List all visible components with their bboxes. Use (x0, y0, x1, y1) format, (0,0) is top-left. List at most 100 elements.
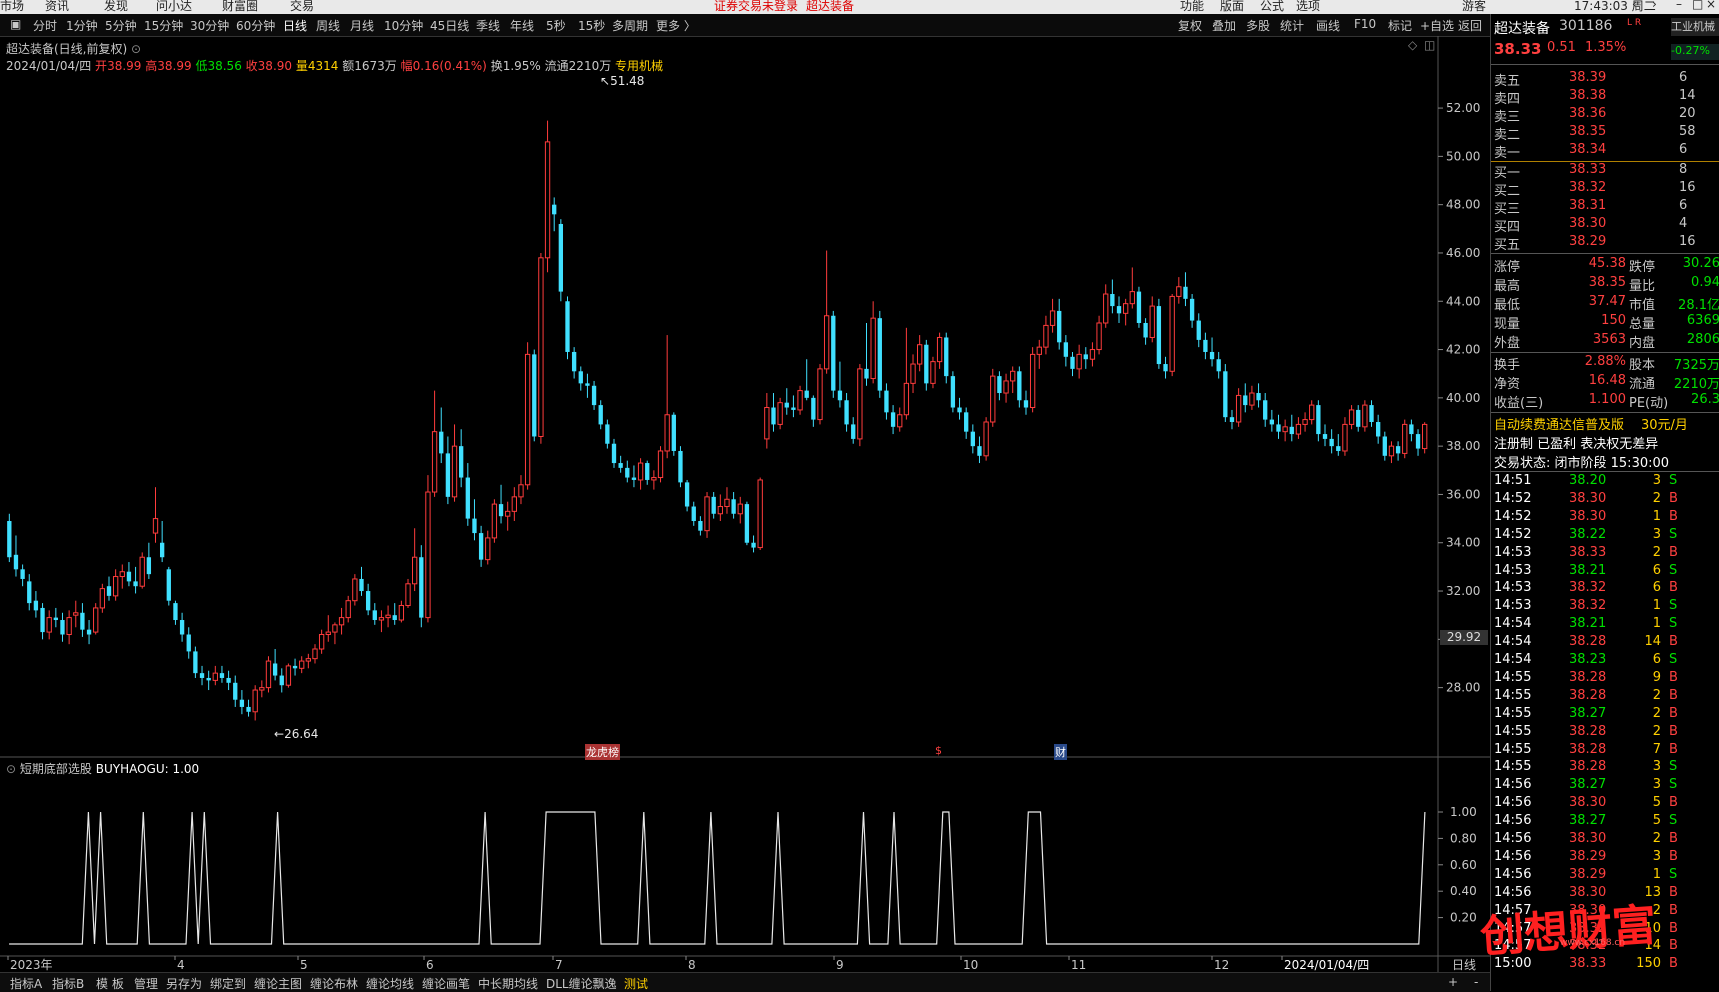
asks-row[interactable]: 卖二 38.35 58 (1491, 124, 1719, 143)
candle-body (823, 315, 830, 370)
menu-wealth[interactable]: 财富圈 (222, 0, 258, 14)
bottom-tab-1[interactable]: 指标B (52, 975, 84, 992)
tick-row: 14:54 38.28 14 B (1491, 634, 1719, 651)
price-tick-label: 32.00 (1446, 584, 1480, 598)
promo-banner[interactable]: 自动续费通达信普及版 30元/月 (1491, 414, 1719, 433)
candle-body (285, 665, 292, 686)
asks-row[interactable]: 卖五 38.39 6 (1491, 70, 1719, 89)
indicator-name[interactable]: 短期底部选股 (20, 762, 92, 776)
candle-body (99, 588, 106, 609)
tool-multi[interactable]: 多股 (1246, 17, 1270, 34)
tab-period-14[interactable]: 15秒 (578, 17, 605, 34)
industry-change: -0.27% (1671, 44, 1719, 60)
tab-period-9[interactable]: 10分钟 (384, 17, 423, 34)
asks-label: 卖三 (1494, 110, 1521, 125)
bottom-tab-7[interactable]: 缠论布林 (310, 975, 358, 992)
asks-row[interactable]: 卖三 38.36 20 (1491, 106, 1719, 125)
tool-mark[interactable]: 标记 (1388, 17, 1412, 34)
bids-row[interactable]: 买五 38.29 16 (1491, 234, 1719, 253)
bottom-tab-8[interactable]: 缠论均线 (366, 975, 414, 992)
tool-f10[interactable]: F10 (1354, 17, 1376, 31)
tab-period-1[interactable]: 1分钟 (66, 17, 98, 34)
forward-arrow-icon[interactable]: › (1652, 0, 1657, 11)
asks-row[interactable]: 卖四 38.38 14 (1491, 88, 1719, 107)
tool-add-watch[interactable]: +自选 (1420, 17, 1454, 34)
tool-stats[interactable]: 统计 (1280, 17, 1304, 34)
bids-row[interactable]: 买四 38.30 4 (1491, 216, 1719, 235)
tab-period-more[interactable]: 更多 〉 (656, 17, 696, 34)
tab-period-0[interactable]: 分时 (33, 17, 57, 34)
candle-body (737, 503, 743, 515)
tick-side: S (1669, 616, 1678, 632)
bottom-tab-0[interactable]: 指标A (10, 975, 42, 992)
tab-period-7[interactable]: 周线 (316, 17, 340, 34)
bottom-tab-11[interactable]: DLL缠论飘逸 (546, 975, 617, 992)
close-icon[interactable]: × (1706, 0, 1716, 11)
tab-period-5[interactable]: 60分钟 (236, 17, 275, 34)
candle-body (1163, 364, 1168, 372)
tool-adjust[interactable]: 复权 (1178, 17, 1202, 34)
candle-body (857, 368, 863, 440)
tool-overlay[interactable]: 叠加 (1212, 17, 1236, 34)
menu-layout[interactable]: 版面 (1220, 0, 1244, 14)
tab-period-8[interactable]: 月线 (350, 17, 374, 34)
menu-formula[interactable]: 公式 (1260, 0, 1284, 14)
bids-row[interactable]: 买一 38.33 8 (1491, 162, 1719, 181)
menu-trade[interactable]: 交易 (290, 0, 314, 14)
bottom-tab-12[interactable]: 测试 (624, 975, 648, 992)
minimize-icon[interactable]: – (1676, 0, 1682, 11)
tool-draw[interactable]: 画线 (1316, 17, 1340, 34)
tick-side: S (1669, 562, 1678, 578)
maximize-icon[interactable]: □ (1692, 0, 1703, 11)
tab-period-11[interactable]: 季线 (476, 17, 500, 34)
layout-toggle-icon[interactable]: ▣ (10, 17, 21, 31)
bottom-tab-3[interactable]: 管理 (134, 975, 158, 992)
bids-row[interactable]: 买二 38.32 16 (1491, 180, 1719, 199)
bottom-tab-5[interactable]: 绑定到 (210, 975, 246, 992)
tick-side: S (1669, 866, 1678, 882)
asks-row[interactable]: 卖一 38.34 6 (1491, 142, 1719, 161)
bids-row[interactable]: 买三 38.31 6 (1491, 198, 1719, 217)
bottom-tab-9[interactable]: 缠论画笔 (422, 975, 470, 992)
back-arrow-icon[interactable]: ‹ (1632, 0, 1637, 11)
candle-body (139, 556, 145, 587)
tab-period-4[interactable]: 30分钟 (190, 17, 229, 34)
candle-body (910, 363, 916, 384)
menu-options[interactable]: 选项 (1296, 0, 1320, 14)
menu-ask[interactable]: 问小达 (156, 0, 192, 14)
menu-function[interactable]: 功能 (1180, 0, 1204, 14)
event-dragon-tiger[interactable]: 龙虎榜 (585, 744, 620, 760)
tab-period-12[interactable]: 年线 (510, 17, 534, 34)
tab-period-3[interactable]: 15分钟 (144, 17, 183, 34)
tab-period-2[interactable]: 5分钟 (105, 17, 137, 34)
menu-news[interactable]: 资讯 (45, 0, 69, 14)
menu-guest[interactable]: 游客 (1462, 0, 1486, 14)
login-status[interactable]: 证券交易未登录 (714, 0, 798, 14)
bids-volume: 16 (1679, 180, 1696, 195)
asks-volume: 20 (1679, 106, 1696, 121)
tab-period-10[interactable]: 45日线 (430, 17, 469, 34)
menu-market[interactable]: 市场 (0, 0, 24, 14)
candle-body (119, 571, 125, 578)
candle-body (179, 620, 185, 635)
bottom-tab-2[interactable]: 模 板 (96, 975, 124, 992)
candle-body (983, 421, 989, 457)
bottom-tab-4[interactable]: 另存为 (166, 975, 202, 992)
tick-side: B (1669, 920, 1678, 936)
tick-volume: 5 (1652, 795, 1661, 811)
menu-discover[interactable]: 发现 (104, 0, 128, 14)
bottom-tab-6[interactable]: 缠论主图 (254, 975, 302, 992)
zoom-out-button[interactable]: - (1474, 975, 1478, 989)
tab-period-15[interactable]: 多周期 (612, 17, 648, 34)
industry-badge[interactable]: 工业机械 (1671, 18, 1719, 36)
tool-back[interactable]: 返回 (1458, 17, 1482, 34)
tab-period-13[interactable]: 5秒 (546, 17, 566, 34)
event-finance[interactable]: 财 (1054, 744, 1067, 760)
event-dollar[interactable]: $ (935, 744, 942, 757)
tab-period-6[interactable]: 日线 (283, 17, 307, 34)
bottom-tab-10[interactable]: 中长期均线 (478, 975, 538, 992)
kline-chart[interactable]: 52.00 50.00 48.00 46.00 44.00 42.00 40.00 38.00… (0, 36, 1490, 972)
asks-label: 卖五 (1494, 74, 1521, 89)
zoom-in-button[interactable]: + (1448, 975, 1458, 989)
indicator-toggle-icon[interactable]: ⊙ (6, 762, 20, 776)
